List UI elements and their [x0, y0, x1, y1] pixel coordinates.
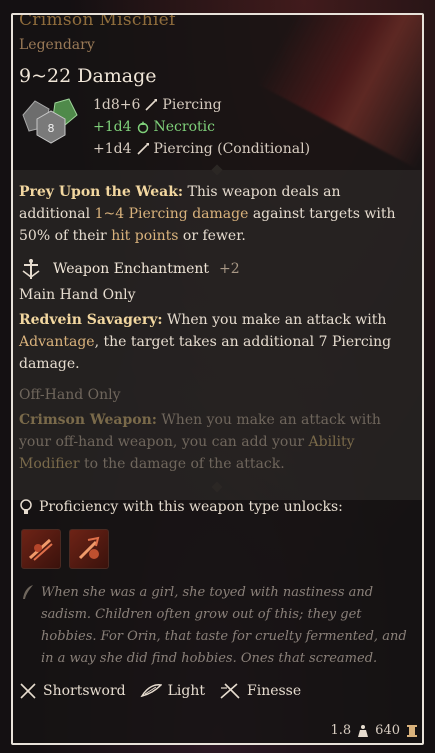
- proficiency-icon: [20, 499, 32, 514]
- damage-range: 9~22 Damage: [19, 65, 157, 87]
- weight-value: 1.8: [330, 723, 352, 738]
- prey-upon-the-weak: Prey Upon the Weak: This weapon deals an…: [19, 184, 396, 244]
- shortsword-icon: [20, 683, 36, 699]
- main-hand-label: Main Hand Only: [19, 287, 136, 303]
- item-rarity: Legendary: [19, 37, 95, 53]
- roll-type: Piercing: [162, 97, 222, 113]
- piercing-icon: [145, 99, 158, 111]
- enchantment-icon: [22, 259, 40, 279]
- crimson-weapon: Crimson Weapon: When you make an attack …: [19, 412, 381, 472]
- pommel-strike-icon[interactable]: [69, 529, 109, 569]
- slash-action-icon[interactable]: [21, 529, 61, 569]
- piercing-icon: [136, 143, 149, 155]
- property-label: Finesse: [247, 683, 302, 699]
- off-hand-label: Off-Hand Only: [19, 387, 121, 403]
- roll-type: Necrotic: [153, 119, 215, 135]
- property-finesse: Finesse: [219, 682, 301, 700]
- light-icon: [140, 684, 162, 698]
- weight-icon: [358, 724, 369, 737]
- weapon-properties: Shortsword Light Finesse: [19, 682, 301, 700]
- dice-value: 8: [48, 122, 55, 135]
- weapon-enchantment: Weapon Enchantment +2: [19, 257, 240, 281]
- proficiency-header: Proficiency with this weapon type unlock…: [19, 499, 343, 515]
- lore-text: When she was a girl, she toyed with nast…: [41, 585, 407, 666]
- roll-dice: +1d4: [93, 141, 132, 157]
- necrotic-icon: [137, 121, 148, 134]
- roll-dice: 1d8+6: [93, 97, 141, 113]
- property-label: Light: [167, 683, 205, 699]
- damage-roll-1: 1d8+6 Piercing: [93, 97, 222, 113]
- enchantment-bonus: +2: [219, 261, 240, 277]
- property-light: Light: [140, 682, 205, 700]
- passive-title: Redvein Savagery:: [19, 312, 163, 328]
- dice-icon: 8: [22, 98, 78, 144]
- item-name: Crimson Mischief: [19, 13, 176, 30]
- property-label: Shortsword: [43, 683, 126, 699]
- damage-roll-2: +1d4 Necrotic: [93, 119, 215, 135]
- passive-title: Crimson Weapon:: [19, 412, 157, 428]
- property-shortsword: Shortsword: [19, 682, 126, 700]
- passive-title: Prey Upon the Weak:: [19, 184, 184, 200]
- item-tooltip: Crimson Mischief Legendary 9~22 Damage 8…: [11, 13, 424, 745]
- finesse-icon: [220, 683, 240, 699]
- item-footer: 1.8 640: [330, 723, 418, 738]
- roll-dice: +1d4: [93, 119, 132, 135]
- gold-icon: [407, 724, 417, 737]
- redvein-savagery: Redvein Savagery: When you make an attac…: [19, 312, 392, 372]
- proficiency-label: Proficiency with this weapon type unlock…: [39, 499, 343, 515]
- damage-roll-3: +1d4 Piercing (Conditional): [93, 141, 310, 157]
- gold-value: 640: [375, 723, 400, 738]
- quill-icon: [23, 585, 33, 599]
- enchantment-label: Weapon Enchantment: [53, 261, 210, 277]
- roll-type: Piercing (Conditional): [153, 141, 311, 157]
